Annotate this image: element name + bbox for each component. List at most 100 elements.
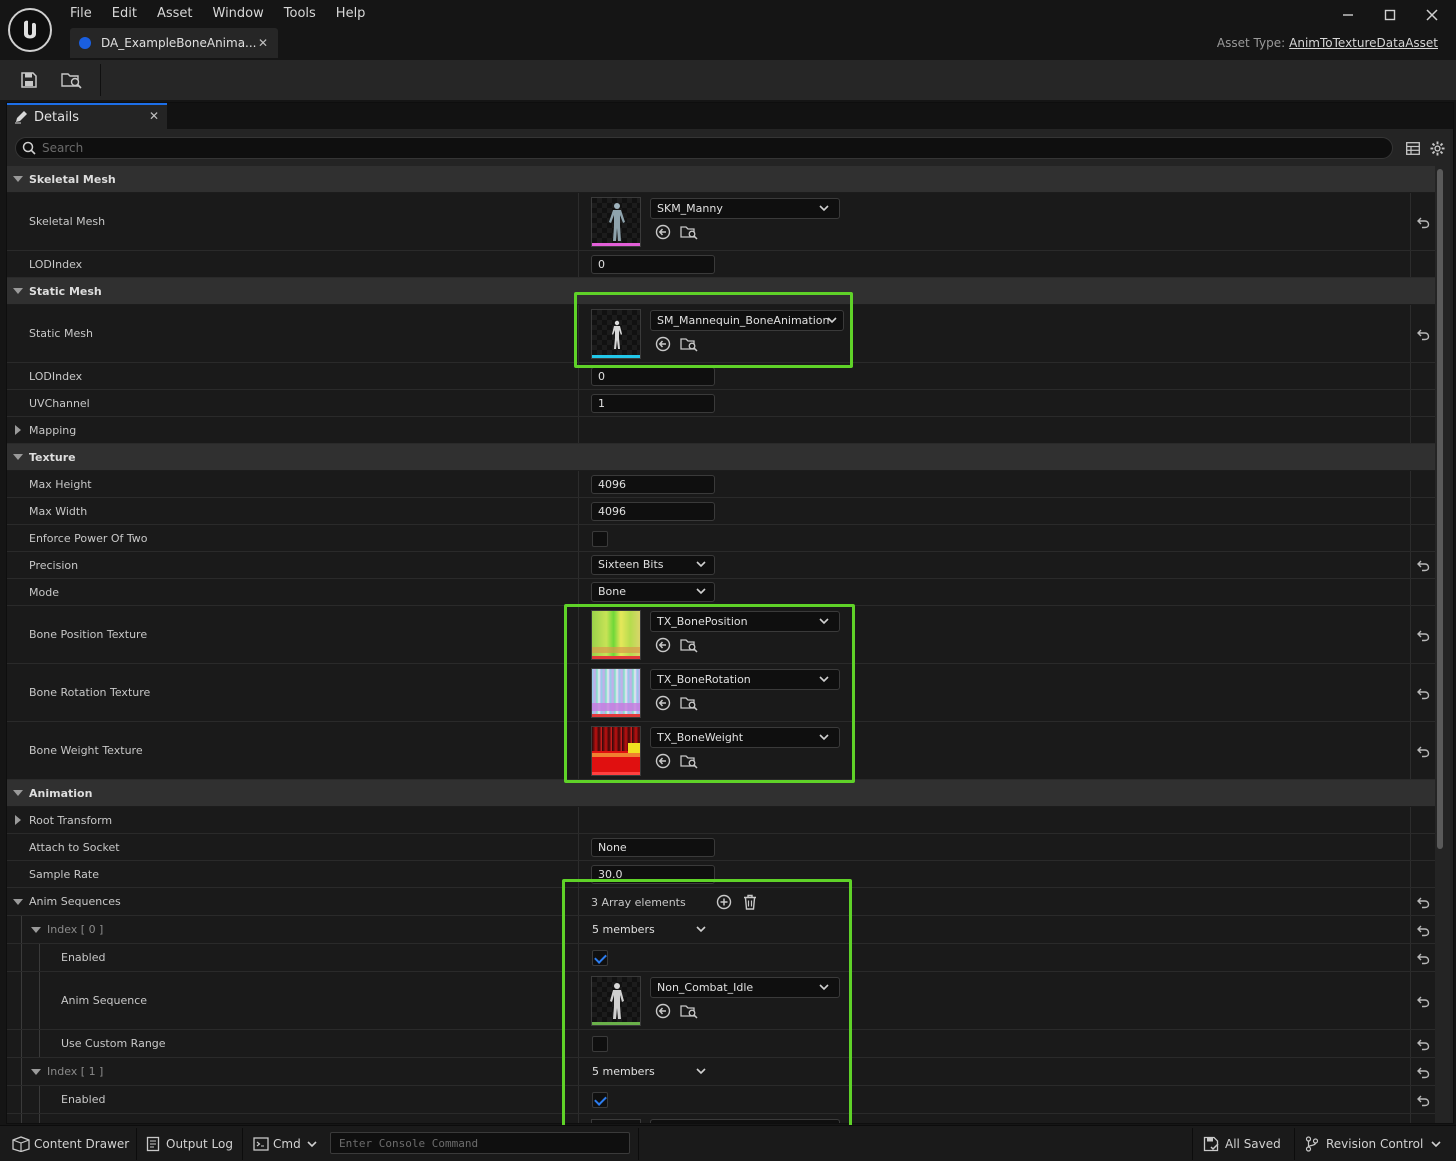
reset-to-default-icon[interactable] [1416,327,1430,341]
unreal-logo-icon[interactable] [8,8,52,52]
use-selected-asset-icon[interactable] [654,1002,672,1020]
close-window-icon[interactable] [1422,6,1442,24]
maximize-icon[interactable] [1380,6,1400,24]
expand-arrow-icon[interactable] [15,815,21,825]
use-custom-range-checkbox[interactable] [592,1036,608,1052]
browse-to-asset-icon[interactable] [680,694,698,712]
reset-to-default-icon[interactable] [1416,215,1430,229]
reset-to-default-icon[interactable] [1416,951,1430,965]
category-static-mesh[interactable]: Static Mesh [7,278,1435,305]
menu-help[interactable]: Help [336,6,366,21]
max-height-input[interactable]: 4096 [591,475,715,494]
bone-position-thumbnail[interactable] [591,610,641,660]
use-selected-asset-icon[interactable] [654,335,672,353]
expand-arrow-icon[interactable] [13,288,23,294]
index-1-members-dropdown[interactable]: 5 members [591,1062,715,1082]
minimize-icon[interactable] [1338,6,1358,24]
skeletal-mesh-thumbnail[interactable] [591,197,641,247]
use-selected-asset-icon[interactable] [654,752,672,770]
reset-to-default-icon[interactable] [1416,994,1430,1008]
trash-icon[interactable] [741,893,759,911]
category-skeletal-mesh[interactable]: Skeletal Mesh [7,166,1435,193]
menu-edit[interactable]: Edit [112,6,137,21]
bone-weight-combo[interactable]: TX_BoneWeight [650,727,840,748]
static-lod-index-row: LODIndex 0 [7,363,1435,390]
reset-to-default-icon[interactable] [1416,1093,1430,1107]
category-animation[interactable]: Animation [7,780,1435,807]
add-element-icon[interactable] [715,893,733,911]
sample-rate-input[interactable]: 30.0 [591,865,715,884]
console-command-input[interactable] [330,1132,630,1154]
reset-to-default-icon[interactable] [1416,1037,1430,1051]
expand-arrow-icon[interactable] [15,425,21,435]
bone-weight-thumbnail[interactable] [591,726,641,776]
use-selected-asset-icon[interactable] [654,636,672,654]
property-label: Static Mesh [29,327,93,340]
details-tab[interactable]: Details ✕ [7,103,167,129]
expand-arrow-icon[interactable] [13,790,23,796]
search-input[interactable] [42,141,1342,155]
cmd-dropdown[interactable]: Cmd [253,1132,317,1156]
enabled-checkbox[interactable] [592,1092,608,1108]
uv-channel-input[interactable]: 1 [591,394,715,413]
revision-control-dropdown[interactable]: Revision Control [1305,1132,1441,1156]
skeletal-lod-index-input[interactable]: 0 [591,255,715,274]
reset-to-default-icon[interactable] [1416,558,1430,572]
browse-to-asset-icon[interactable] [680,1002,698,1020]
category-texture[interactable]: Texture [7,444,1435,471]
all-saved-button[interactable]: All Saved [1203,1132,1281,1156]
reset-to-default-icon[interactable] [1416,923,1430,937]
bone-rotation-combo[interactable]: TX_BoneRotation [650,669,840,690]
enabled-checkbox[interactable] [592,950,608,966]
expand-arrow-icon[interactable] [13,898,23,905]
reset-to-default-icon[interactable] [1416,686,1430,700]
settings-gear-icon[interactable] [1428,139,1446,157]
content-drawer-button[interactable]: Content Drawer [12,1132,129,1156]
browse-to-asset-icon[interactable] [680,752,698,770]
asset-type-link[interactable]: AnimToTextureDataAsset [1289,36,1438,50]
menu-file[interactable]: File [70,6,92,21]
save-icon[interactable] [17,68,41,92]
expand-arrow-icon[interactable] [31,1068,41,1075]
mapping-row[interactable]: Mapping [7,417,1435,444]
reset-to-default-icon[interactable] [1416,1065,1430,1079]
use-selected-asset-icon[interactable] [654,694,672,712]
max-height-row: Max Height 4096 [7,471,1435,498]
reset-to-default-icon[interactable] [1416,744,1430,758]
static-lod-index-input[interactable]: 0 [591,367,715,386]
use-selected-asset-icon[interactable] [654,223,672,241]
expand-arrow-icon[interactable] [13,454,23,460]
attach-to-socket-input[interactable]: None [591,838,715,857]
expand-arrow-icon[interactable] [13,176,23,182]
mode-dropdown[interactable]: Bone [591,582,715,602]
reset-to-default-icon[interactable] [1416,895,1430,909]
index-0-members-dropdown[interactable]: 5 members [591,920,715,940]
menu-window[interactable]: Window [213,6,264,21]
menu-tools[interactable]: Tools [284,6,316,21]
static-mesh-combo[interactable]: SM_Mannequin_BoneAnimation [650,310,844,331]
close-details-icon[interactable]: ✕ [149,109,159,123]
skeletal-mesh-combo[interactable]: SKM_Manny [650,198,840,219]
browse-asset-icon[interactable] [60,68,84,92]
static-mesh-thumbnail[interactable] [591,309,641,359]
menu-asset[interactable]: Asset [157,6,193,21]
close-tab-icon[interactable]: ✕ [258,36,268,50]
root-transform-row[interactable]: Root Transform [7,807,1435,834]
browse-to-asset-icon[interactable] [680,335,698,353]
bone-position-combo[interactable]: TX_BonePosition [650,611,840,632]
anim-sequence-thumbnail[interactable] [591,976,641,1026]
output-log-button[interactable]: Output Log [146,1132,233,1156]
max-width-input[interactable]: 4096 [591,502,715,521]
browse-to-asset-icon[interactable] [680,636,698,654]
expand-arrow-icon[interactable] [31,926,41,933]
document-tab[interactable]: DA_ExampleBoneAnima... ✕ [70,28,278,58]
bone-rotation-thumbnail[interactable] [591,668,641,718]
browse-to-asset-icon[interactable] [680,223,698,241]
anim-sequence-combo[interactable]: Non_Combat_Idle [650,977,840,998]
members-value: 5 members [592,1065,655,1078]
precision-dropdown[interactable]: Sixteen Bits [591,555,715,575]
enforce-power-of-two-checkbox[interactable] [592,531,608,547]
reset-to-default-icon[interactable] [1416,628,1430,642]
table-view-icon[interactable] [1404,139,1422,157]
scrollbar-thumb[interactable] [1437,169,1443,849]
